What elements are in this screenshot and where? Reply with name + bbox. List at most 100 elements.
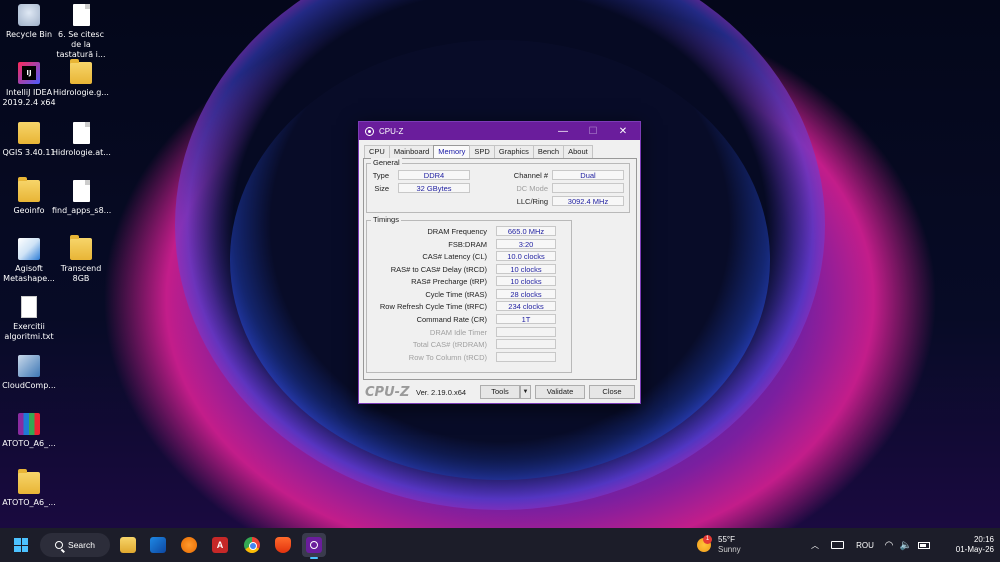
taskbar-app-blender[interactable]	[177, 533, 201, 557]
tab-mainboard[interactable]: Mainboard	[388, 145, 435, 158]
desktop-icon-label: Exercitii algoritmi.txt	[4, 322, 54, 341]
tab-cpu[interactable]: CPU	[364, 145, 390, 158]
folder-icon	[70, 235, 92, 260]
desktop-icon-atoto-archive[interactable]: ATOTO_A6_...	[0, 413, 58, 449]
desktop-icon-label: QGIS 3.40.11	[2, 148, 56, 157]
show-hidden-icons-chevron-icon[interactable]: ︿	[808, 533, 822, 557]
search-label: Search	[68, 540, 95, 550]
timing-label-command-rate: Command Rate (CR)	[416, 315, 487, 324]
timing-label-total-cas: Total CAS# (tRDRAM)	[412, 340, 487, 349]
window-title: CPU-Z	[379, 126, 404, 136]
llc-ring-label: LLC/Ring	[516, 197, 548, 206]
dc-mode-value	[552, 183, 624, 193]
taskbar-app-brave[interactable]	[271, 533, 295, 557]
cpuz-icon	[306, 537, 322, 553]
desktop-icon-cloudcompare[interactable]: CloudComp...	[0, 355, 58, 391]
tab-graphics[interactable]: Graphics	[493, 145, 534, 158]
size-label: Size	[374, 184, 389, 193]
close-window-button[interactable]: ✕	[608, 122, 638, 140]
battery-icon	[918, 541, 930, 549]
timing-label-dram-idle-timer: DRAM Idle Timer	[429, 328, 487, 337]
channel-value: Dual	[552, 170, 624, 180]
desktop-icon-find-apps[interactable]: find_apps_s8...	[52, 180, 111, 216]
document-icon	[72, 122, 90, 144]
recycle-bin-icon	[18, 4, 40, 26]
desktop-icon-qgis[interactable]: QGIS 3.40.11	[0, 122, 58, 158]
desktop-icon-label: Recycle Bin	[5, 30, 53, 39]
desktop-icon-transcend[interactable]: Transcend 8GB	[52, 235, 110, 284]
dc-mode-label: DC Mode	[516, 184, 548, 193]
tab-memory[interactable]: Memory	[433, 145, 471, 159]
taskbar-app-file-explorer[interactable]	[116, 533, 140, 557]
clock[interactable]: 20:16 01-May-26	[940, 533, 994, 557]
timing-label-dram-frequency: DRAM Frequency	[427, 227, 487, 236]
desktop-icon-label: Hidrologie.at...	[52, 148, 111, 157]
minimize-button[interactable]: —	[548, 122, 578, 140]
windows-logo-icon	[14, 538, 28, 552]
taskbar-app-mail[interactable]	[146, 533, 170, 557]
desktop-icon-document[interactable]: 6. Se citesc de la tastatură i...	[52, 4, 110, 60]
timings-group: Timings DRAM Frequency 665.0 MHz FSB:DRA…	[366, 215, 572, 373]
tools-button[interactable]: Tools	[480, 385, 520, 399]
keyboard-icon	[830, 541, 844, 549]
winrar-icon	[18, 413, 40, 435]
folder-icon	[18, 469, 40, 494]
desktop-icon-intellij[interactable]: IJ IntelliJ IDEA 2019.2.4 x64	[0, 62, 58, 108]
cpuz-brand-logo: CPU-Z	[365, 385, 410, 400]
cpuz-window[interactable]: CPU-Z — ☐ ✕ CPU Mainboard Memory SPD Gra…	[358, 121, 641, 404]
desktop-icon-label: Hidrologie.g...	[53, 88, 109, 97]
timing-label-fsb-dram: FSB:DRAM	[448, 240, 487, 249]
taskbar-app-cpuz[interactable]	[302, 533, 326, 559]
llc-ring-value: 3092.4 MHz	[552, 196, 624, 206]
desktop-icon-hidrologie-folder[interactable]: Hidrologie.g...	[52, 59, 110, 98]
timing-value-trp: 10 clocks	[496, 276, 556, 286]
timing-value-cas-latency: 10.0 clocks	[496, 251, 556, 261]
timing-label-trcd: RAS# to CAS# Delay (tRCD)	[390, 265, 487, 274]
desktop-icon-label: ATOTO_A6_...	[2, 439, 56, 448]
desktop-icon-geoinfo[interactable]: Geoinfo	[0, 177, 58, 216]
tab-bench[interactable]: Bench	[532, 145, 565, 158]
weather-widget[interactable]: 1 55°F Sunny	[697, 533, 757, 557]
brave-icon	[275, 537, 291, 553]
taskbar-app-autocad[interactable]: A	[208, 533, 232, 557]
text-file-icon	[21, 296, 37, 318]
timing-value-dram-frequency: 665.0 MHz	[496, 226, 556, 236]
desktop-icon-exercitii[interactable]: Exercitii algoritmi.txt	[0, 296, 58, 342]
timing-value-trcd: 10 clocks	[496, 264, 556, 274]
timing-value-trfc: 234 clocks	[496, 301, 556, 311]
desktop-icon-atoto-folder[interactable]: ATOTO_A6_...	[0, 469, 58, 508]
close-button[interactable]: Close	[589, 385, 635, 399]
qgis-icon	[18, 122, 40, 144]
tab-about[interactable]: About	[563, 145, 593, 158]
weather-temperature: 55°F	[718, 535, 735, 544]
desktop-icon-agisoft[interactable]: Agisoft Metashape...	[0, 238, 58, 284]
weather-condition: Sunny	[718, 545, 741, 554]
chrome-icon	[244, 537, 260, 553]
blender-icon	[181, 537, 197, 553]
battery-button[interactable]	[916, 533, 932, 557]
wifi-icon[interactable]: ◠	[882, 533, 896, 557]
size-value: 32 GBytes	[398, 183, 470, 193]
title-bar[interactable]: CPU-Z — ☐ ✕	[359, 122, 640, 140]
volume-icon[interactable]: 🔈	[899, 533, 913, 557]
taskbar-app-chrome[interactable]	[240, 533, 264, 557]
validate-button[interactable]: Validate	[535, 385, 585, 399]
desktop-icon-label: Agisoft Metashape...	[3, 264, 55, 283]
memory-panel: General Type DDR4 Size 32 GBytes Channel…	[363, 158, 637, 380]
tab-strip: CPU Mainboard Memory SPD Graphics Bench …	[364, 145, 593, 159]
type-label: Type	[372, 171, 389, 180]
general-group: General Type DDR4 Size 32 GBytes Channel…	[366, 158, 630, 213]
desktop-icon-hidrologie-doc[interactable]: Hidrologie.at...	[52, 122, 111, 158]
desktop-icon-label: 6. Se citesc de la tastatură i...	[56, 30, 106, 59]
start-button[interactable]	[8, 533, 34, 557]
taskbar-search[interactable]: Search	[40, 533, 110, 557]
document-icon	[72, 4, 90, 26]
touch-keyboard-button[interactable]	[829, 533, 845, 557]
language-indicator[interactable]: ROU	[853, 533, 877, 557]
tools-dropdown-arrow-icon[interactable]: ▼	[520, 385, 531, 399]
general-group-label: General	[371, 158, 402, 167]
desktop-icon-recycle-bin[interactable]: Recycle Bin	[0, 4, 58, 40]
tab-spd[interactable]: SPD	[469, 145, 495, 158]
sunny-weather-icon: 1	[697, 535, 712, 552]
maximize-button[interactable]: ☐	[578, 122, 608, 140]
